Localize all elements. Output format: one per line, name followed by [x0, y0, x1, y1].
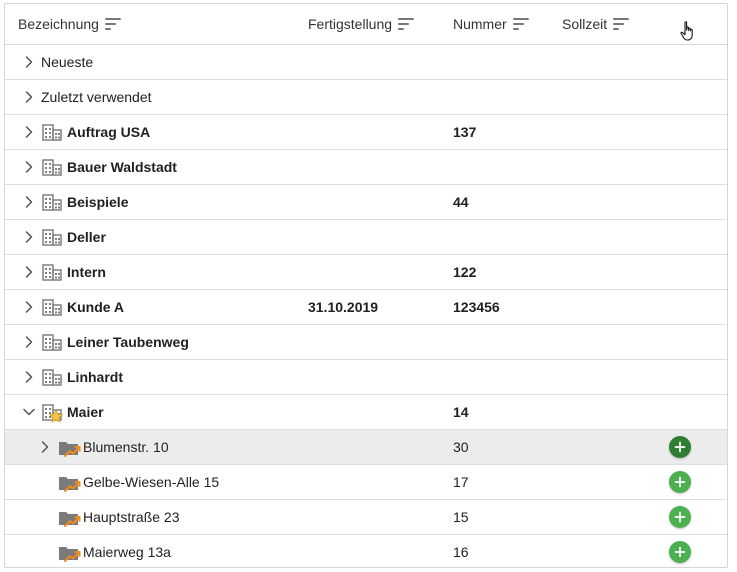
- chevron-right-icon[interactable]: [22, 255, 36, 289]
- row-label: Bauer Waldstadt: [67, 159, 177, 175]
- building-icon: [40, 365, 64, 389]
- sort-icon[interactable]: [613, 18, 630, 30]
- sort-icon[interactable]: [512, 18, 529, 30]
- row-label: Kunde A: [67, 299, 125, 315]
- column-label: Nummer: [453, 16, 507, 32]
- column-header-nummer[interactable]: Nummer: [453, 4, 529, 44]
- plus-icon: [674, 476, 686, 488]
- row-label: Leiner Taubenweg: [67, 334, 189, 350]
- table-row-maierweg[interactable]: Maierweg 13a 16: [5, 535, 727, 567]
- building-icon: [40, 330, 64, 354]
- column-label: Sollzeit: [562, 16, 608, 32]
- column-label: Bezeichnung: [18, 16, 99, 32]
- plus-icon: [674, 511, 686, 523]
- chevron-right-icon[interactable]: [22, 80, 36, 114]
- column-header-bezeichnung[interactable]: Bezeichnung: [18, 4, 121, 44]
- chevron-right-icon[interactable]: [22, 185, 36, 219]
- table-row-beispiele[interactable]: Beispiele 44: [5, 185, 727, 220]
- table-row-neueste[interactable]: Neueste: [5, 45, 727, 80]
- row-label: Intern: [67, 264, 106, 280]
- table-row-intern[interactable]: Intern 122: [5, 255, 727, 290]
- table-row-bauer-waldstadt[interactable]: Bauer Waldstadt: [5, 150, 727, 185]
- add-button[interactable]: [669, 541, 691, 563]
- table-row-leiner[interactable]: Leiner Taubenweg: [5, 325, 727, 360]
- project-tree-table: Bezeichnung Fertigstellung Nummer Sollze…: [4, 3, 728, 568]
- row-label: Hauptstraße 23: [83, 509, 180, 525]
- add-button[interactable]: [669, 436, 691, 458]
- building-icon: [40, 155, 64, 179]
- table-row-auftrag-usa[interactable]: Auftrag USA 137: [5, 115, 727, 150]
- sort-icon[interactable]: [104, 18, 121, 30]
- add-button[interactable]: [669, 506, 691, 528]
- building-icon: [40, 190, 64, 214]
- sort-icon[interactable]: [398, 18, 415, 30]
- column-label: Fertigstellung: [308, 16, 393, 32]
- building-icon: [40, 120, 64, 144]
- building-icon: [40, 260, 64, 284]
- row-label: Beispiele: [67, 194, 129, 210]
- row-label: Blumenstr. 10: [83, 439, 169, 455]
- building-icon: [40, 225, 64, 249]
- row-nummer: 14: [453, 404, 469, 420]
- chevron-right-icon[interactable]: [38, 430, 52, 464]
- row-label: Linhardt: [67, 369, 123, 385]
- column-header-sollzeit[interactable]: Sollzeit: [562, 4, 630, 44]
- table-row-kunde-a[interactable]: Kunde A 31.10.2019 123456: [5, 290, 727, 325]
- row-label: Neueste: [41, 54, 94, 70]
- row-nummer: 15: [453, 509, 469, 525]
- chevron-right-icon[interactable]: [22, 150, 36, 184]
- row-nummer: 30: [453, 439, 469, 455]
- chevron-right-icon[interactable]: [22, 360, 36, 394]
- plus-icon: [674, 546, 686, 558]
- row-nummer: 137: [453, 124, 477, 140]
- row-label: Deller: [67, 229, 106, 245]
- add-button[interactable]: [669, 471, 691, 493]
- chevron-right-icon[interactable]: [22, 325, 36, 359]
- building-star-icon: [40, 400, 64, 424]
- row-label: Gelbe-Wiesen-Alle 15: [83, 474, 220, 490]
- table-body: Neueste Zuletzt verwendet Auftrag USA 137 Ba…: [5, 45, 727, 567]
- building-icon: [40, 295, 64, 319]
- row-nummer: 123456: [453, 299, 500, 315]
- chevron-down-icon[interactable]: [22, 395, 36, 429]
- table-row-maier[interactable]: Maier 14: [5, 395, 727, 430]
- row-nummer: 44: [453, 194, 469, 210]
- row-label: Maier: [67, 404, 104, 420]
- hand-cursor-icon: [680, 21, 693, 41]
- table-row-blumenstr[interactable]: Blumenstr. 10 30: [5, 430, 727, 465]
- table-row-zuletzt[interactable]: Zuletzt verwendet: [5, 80, 727, 115]
- table-row-hauptstrasse[interactable]: Hauptstraße 23 15: [5, 500, 727, 535]
- row-nummer: 17: [453, 474, 469, 490]
- chevron-right-icon[interactable]: [22, 290, 36, 324]
- table-row-deller[interactable]: Deller: [5, 220, 727, 255]
- chevron-right-icon[interactable]: [22, 220, 36, 254]
- row-nummer: 122: [453, 264, 477, 280]
- project-folder-icon: [58, 505, 82, 529]
- row-nummer: 16: [453, 544, 469, 560]
- row-fertigstellung: 31.10.2019: [308, 299, 379, 315]
- row-label: Auftrag USA: [67, 124, 151, 140]
- row-label: Zuletzt verwendet: [41, 89, 152, 105]
- table-row-linhardt[interactable]: Linhardt: [5, 360, 727, 395]
- table-header: Bezeichnung Fertigstellung Nummer Sollze…: [5, 4, 727, 45]
- project-folder-icon: [58, 435, 82, 459]
- table-row-gelbe-wiesen[interactable]: Gelbe-Wiesen-Alle 15 17: [5, 465, 727, 500]
- row-label: Maierweg 13a: [83, 544, 171, 560]
- chevron-right-icon[interactable]: [22, 45, 36, 79]
- plus-icon: [674, 441, 686, 453]
- column-header-fertigstellung[interactable]: Fertigstellung: [308, 4, 415, 44]
- project-folder-icon: [58, 540, 82, 564]
- project-folder-icon: [58, 470, 82, 494]
- chevron-right-icon[interactable]: [22, 115, 36, 149]
